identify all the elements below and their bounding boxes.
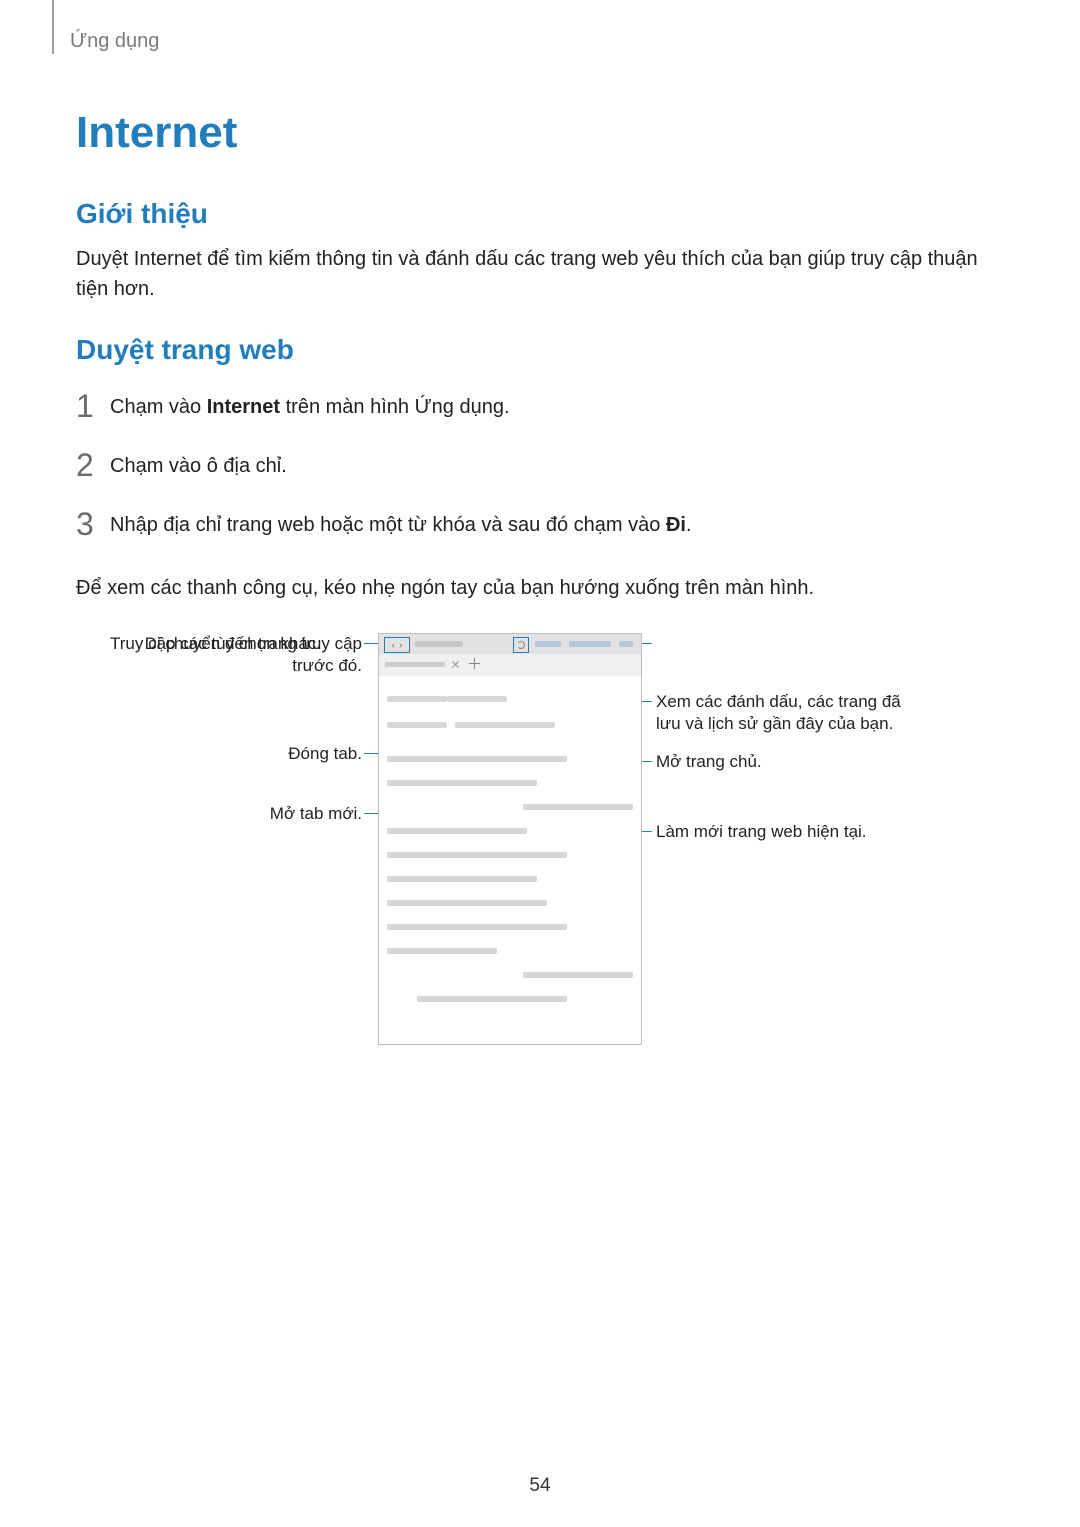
toolbar-item — [569, 641, 611, 647]
step-text: Chạm vào ô địa chỉ. — [110, 451, 287, 481]
step-number: 2 — [76, 447, 110, 484]
intro-text: Duyệt Internet để tìm kiếm thông tin và … — [76, 244, 1004, 304]
step-text: Chạm vào Internet trên màn hình Ứng dụng… — [110, 392, 510, 422]
new-tab-icon — [469, 658, 480, 669]
page-title: Internet — [76, 108, 1004, 158]
callout-new-tab: Mở tab mới. — [110, 803, 362, 825]
nav-back-forward-icon: ‹ › — [384, 637, 410, 653]
toolbar-more-icon — [619, 641, 633, 647]
address-placeholder — [415, 641, 463, 647]
refresh-icon — [513, 637, 529, 653]
callout-more: Truy cập các tùy chọn khác. — [110, 633, 370, 655]
step-3: 3 Nhập địa chỉ trang web hoặc một từ khó… — [76, 506, 1004, 543]
step-number: 1 — [76, 388, 110, 425]
step-2: 2 Chạm vào ô địa chỉ. — [76, 447, 1004, 484]
browser-diagram: Di chuyển đến trang truy cập trước đó. Đ… — [110, 633, 970, 1073]
page-number: 54 — [0, 1475, 1080, 1497]
header-rule — [52, 0, 54, 54]
note-text: Để xem các thanh công cụ, kéo nhẹ ngón t… — [76, 573, 1004, 603]
callout-refresh: Làm mới trang web hiện tại. — [656, 821, 916, 843]
callout-bookmarks: Xem các đánh dấu, các trang đã lưu và lị… — [656, 691, 916, 735]
step-text: Nhập địa chỉ trang web hoặc một từ khóa … — [110, 510, 692, 540]
callout-home: Mở trang chủ. — [656, 751, 916, 773]
toolbar-item — [535, 641, 561, 647]
tab-label — [385, 662, 445, 667]
tab-row — [379, 654, 641, 676]
browser-screen-mock: ‹ › — [378, 633, 642, 1045]
page-body-mock — [379, 676, 641, 1030]
intro-heading: Giới thiệu — [76, 198, 1004, 230]
browse-heading: Duyệt trang web — [76, 334, 1004, 366]
step-number: 3 — [76, 506, 110, 543]
section-breadcrumb: Ứng dụng — [70, 30, 1004, 53]
close-tab-icon — [451, 660, 460, 669]
callout-close-tab: Đóng tab. — [110, 743, 362, 765]
step-1: 1 Chạm vào Internet trên màn hình Ứng dụ… — [76, 388, 1004, 425]
browser-toolbar: ‹ › — [379, 634, 641, 654]
